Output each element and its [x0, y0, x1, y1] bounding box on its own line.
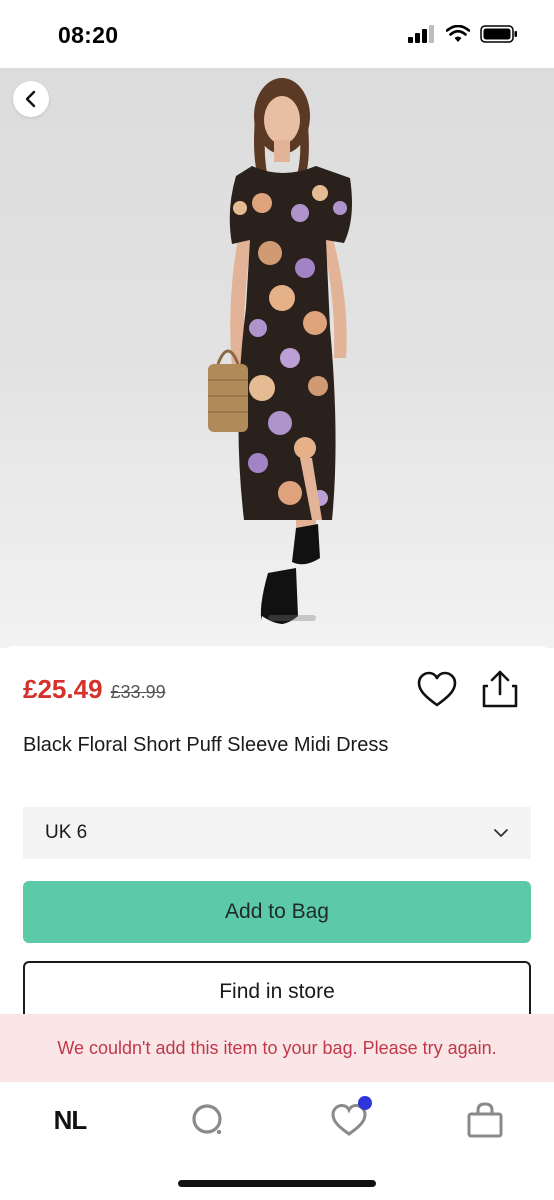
product-photo — [208, 78, 352, 631]
nav-home-logo[interactable]: NL — [40, 1100, 100, 1140]
status-time: 08:20 — [58, 22, 119, 48]
signal-icon — [408, 25, 434, 43]
find-in-store-label: Find in store — [219, 980, 335, 1003]
add-to-bag-label: Add to Bag — [225, 900, 329, 923]
status-icons — [408, 25, 518, 43]
saved-badge-dot — [358, 1096, 372, 1110]
product-title: Black Floral Short Puff Sleeve Midi Dres… — [23, 734, 389, 756]
home-indicator — [178, 1180, 376, 1187]
chevron-left-icon — [25, 90, 36, 108]
wifi-icon — [446, 25, 470, 42]
current-price: £25.49 — [23, 674, 103, 704]
price-row: £25.49 £33.99 — [23, 674, 166, 705]
product-image[interactable] — [0, 68, 554, 648]
chevron-down-icon — [494, 829, 508, 837]
shopping-bag-icon — [467, 1102, 503, 1138]
heart-icon — [417, 671, 457, 707]
nav-search[interactable] — [186, 1100, 230, 1140]
share-button[interactable] — [480, 668, 520, 710]
save-to-wishlist-button[interactable] — [416, 670, 458, 710]
image-pager-indicator — [268, 615, 316, 621]
battery-icon — [480, 25, 517, 43]
original-price: £33.99 — [110, 682, 166, 702]
share-icon — [482, 670, 518, 708]
size-select[interactable]: UK 6 — [23, 807, 531, 859]
nav-saved[interactable] — [324, 1096, 374, 1140]
bottom-nav: NL — [0, 1082, 554, 1200]
status-bar: 08:20 — [0, 0, 554, 68]
error-banner: We couldn't add this item to your bag. P… — [0, 1014, 554, 1082]
nav-bag[interactable] — [462, 1100, 508, 1140]
size-select-value: UK 6 — [45, 822, 88, 843]
search-icon — [192, 1104, 222, 1135]
add-to-bag-button[interactable]: Add to Bag — [23, 881, 531, 943]
error-message: We couldn't add this item to your bag. P… — [57, 1037, 497, 1058]
back-button[interactable] — [13, 81, 49, 117]
